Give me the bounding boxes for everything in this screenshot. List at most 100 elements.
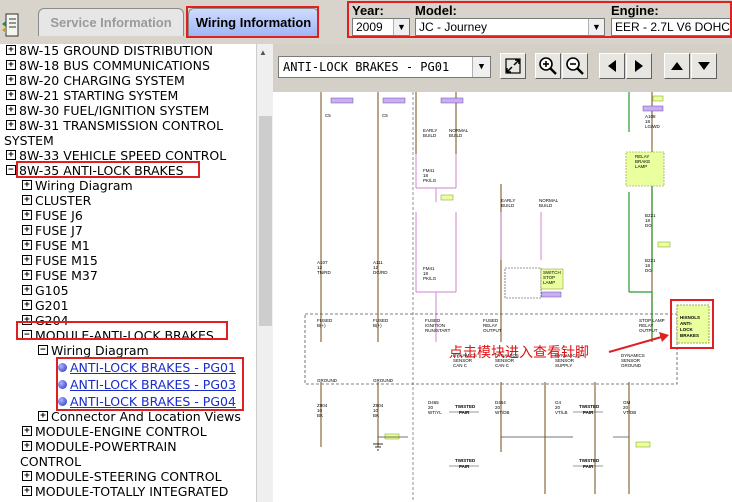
annotation-note: 点击模块进入查看针脚 [449, 345, 589, 361]
svg-text:LG/WD: LG/WD [645, 124, 661, 129]
collapse-icon[interactable]: − [22, 330, 32, 340]
fit-view-button[interactable] [500, 53, 526, 79]
chevron-down-icon: ▼ [472, 57, 490, 77]
expand-icon[interactable]: + [22, 210, 32, 220]
year-value: 2009 [356, 20, 383, 34]
expand-icon[interactable]: + [22, 285, 32, 295]
engine-value: EER - 2.7L V6 DOHC [615, 20, 730, 34]
collapse-icon[interactable]: − [6, 165, 16, 175]
wiring-diagram[interactable]: C5 C5 EARLY BUILD NORMAL BUILD EARLY BUILD N… [273, 92, 732, 502]
svg-text:BUILD: BUILD [501, 203, 515, 208]
svg-text:PAIR: PAIR [459, 410, 470, 415]
zoom-in-icon [539, 57, 557, 75]
chevron-down-icon: ▼ [393, 19, 409, 35]
expand-icon[interactable]: + [22, 195, 32, 205]
expand-icon[interactable]: + [22, 240, 32, 250]
chevron-down-icon: ▼ [588, 19, 604, 35]
expand-icon[interactable]: + [22, 486, 32, 496]
expand-icon[interactable]: + [22, 270, 32, 280]
expand-icon[interactable]: + [6, 90, 16, 100]
svg-text:LOCK: LOCK [680, 327, 693, 332]
arrow-up-icon [671, 62, 683, 70]
svg-text:BK: BK [317, 413, 323, 418]
scroll-down-button[interactable] [691, 53, 717, 79]
svg-text:CAN C: CAN C [453, 363, 468, 368]
svg-text:SUPPLY: SUPPLY [555, 363, 572, 368]
svg-text:PAIR: PAIR [583, 410, 594, 415]
tree-item-continued: SYSTEM [4, 133, 54, 148]
year-select[interactable]: 2009 ▼ [352, 18, 410, 36]
svg-text:WT/YL: WT/YL [428, 410, 442, 415]
svg-text:PK/LG: PK/LG [423, 276, 437, 281]
svg-text:GROUND: GROUND [373, 378, 394, 383]
svg-text:C5: C5 [382, 113, 388, 118]
svg-text:CAN C: CAN C [495, 363, 510, 368]
svg-text:RUN/START: RUN/START [425, 328, 451, 333]
collapse-icon[interactable]: − [38, 345, 48, 355]
top-bar: Service Information Wiring Information Y… [0, 0, 732, 44]
previous-page-button[interactable] [599, 53, 625, 79]
expand-icon[interactable]: + [22, 180, 32, 190]
page-bullet-icon [58, 397, 67, 406]
scrollbar-thumb[interactable] [259, 116, 272, 326]
expand-icon[interactable]: + [6, 120, 16, 130]
engine-select[interactable]: EER - 2.7L V6 DOHC [611, 18, 732, 36]
tree-scrollbar[interactable]: ▲ [256, 44, 273, 502]
svg-text:B(+): B(+) [373, 323, 382, 328]
navigation-tree: +8W-15 GROUND DISTRIBUTION +8W-18 BUS CO… [0, 44, 256, 502]
svg-text:BRAKES: BRAKES [680, 333, 699, 338]
expand-icon[interactable]: + [6, 45, 16, 55]
expand-icon[interactable]: + [22, 300, 32, 310]
tab-service-information[interactable]: Service Information [38, 8, 184, 36]
svg-text:BUILD: BUILD [539, 203, 553, 208]
svg-text:PAIR: PAIR [459, 464, 470, 469]
model-select[interactable]: JC - Journey ▼ [415, 18, 605, 36]
svg-text:TWISTED: TWISTED [455, 458, 476, 463]
tab-wiring-information[interactable]: Wiring Information [188, 8, 319, 36]
app-icon[interactable] [1, 12, 21, 38]
expand-icon[interactable]: + [22, 441, 32, 451]
svg-text:GROUND: GROUND [621, 363, 642, 368]
expand-icon[interactable]: + [6, 105, 16, 115]
expand-icon[interactable]: + [22, 471, 32, 481]
tree-item-continued: CONTROL [20, 454, 82, 469]
arrow-down-icon [698, 62, 710, 70]
tab-wiring-label: Wiring Information [195, 15, 312, 30]
svg-text:OUTPUT: OUTPUT [639, 328, 658, 333]
zoom-out-icon [566, 57, 584, 75]
svg-text:BUILD: BUILD [449, 133, 463, 138]
zoom-in-button[interactable] [535, 53, 561, 79]
page-bullet-icon [58, 363, 67, 372]
page-select[interactable]: ANTI-LOCK BRAKES - PG01 ▼ [278, 56, 491, 78]
page-bullet-icon [58, 380, 67, 389]
expand-icon[interactable]: + [38, 411, 48, 421]
diagram-toolbar: ANTI-LOCK BRAKES - PG01 ▼ [273, 44, 732, 92]
svg-text:LAMP: LAMP [635, 164, 647, 169]
fit-view-icon [505, 58, 521, 74]
expand-icon[interactable]: + [6, 60, 16, 70]
scroll-up-icon[interactable]: ▲ [259, 48, 267, 57]
next-page-button[interactable] [626, 53, 652, 79]
expand-icon[interactable]: + [6, 75, 16, 85]
scroll-up-button[interactable] [664, 53, 690, 79]
arrow-left-icon [608, 60, 616, 72]
arrow-right-icon [635, 60, 643, 72]
tab-service-label: Service Information [50, 15, 172, 30]
page-select-value: ANTI-LOCK BRAKES - PG01 [283, 60, 450, 74]
svg-text:DG: DG [645, 268, 652, 273]
expand-icon[interactable]: + [22, 225, 32, 235]
expand-icon[interactable]: + [22, 426, 32, 436]
svg-text:DG: DG [645, 223, 652, 228]
expand-icon[interactable]: + [22, 255, 32, 265]
svg-text:ANTI-: ANTI- [680, 321, 692, 326]
year-label: Year: [352, 3, 384, 18]
expand-icon[interactable]: + [22, 315, 32, 325]
zoom-out-button[interactable] [562, 53, 588, 79]
svg-text:OUTPUT: OUTPUT [483, 328, 502, 333]
svg-text:PAIR: PAIR [583, 464, 594, 469]
expand-icon[interactable]: + [6, 150, 16, 160]
svg-text:HIXNOLS: HIXNOLS [680, 315, 700, 320]
svg-text:WT/DB: WT/DB [495, 410, 510, 415]
svg-text:DG/RD: DG/RD [373, 270, 388, 275]
svg-text:C5: C5 [325, 113, 331, 118]
